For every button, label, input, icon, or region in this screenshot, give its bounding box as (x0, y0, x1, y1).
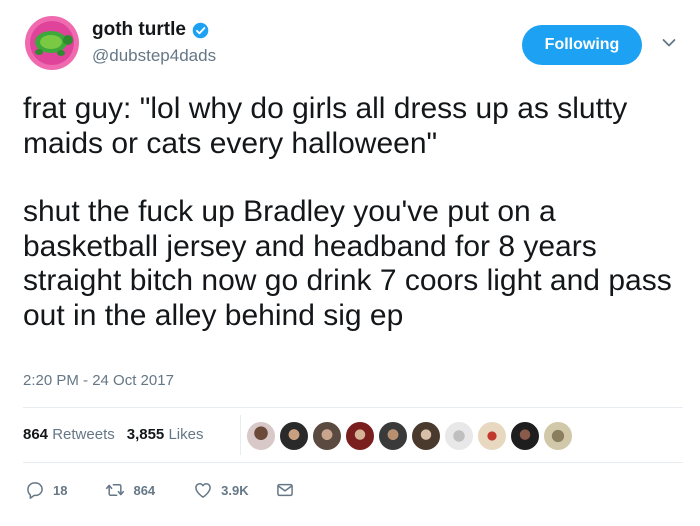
divider (23, 407, 683, 408)
divider (23, 462, 683, 463)
retweets-label: Retweets (52, 426, 115, 443)
retweet-button[interactable]: 864 (105, 480, 155, 500)
profile-avatar[interactable] (25, 16, 79, 70)
likes-count: 3,855 (126, 426, 165, 443)
heart-icon (195, 483, 212, 498)
liker-avatar[interactable] (510, 421, 540, 451)
likers-avatars (246, 421, 576, 451)
retweet-count: 864 (133, 482, 156, 498)
verified-badge-icon (192, 22, 209, 38)
following-button[interactable]: Following (522, 25, 642, 65)
user-handle[interactable]: @dubstep4dads (92, 46, 216, 66)
like-button[interactable]: 3.9K (193, 480, 249, 500)
retweets-stat[interactable]: 864 Retweets (23, 426, 115, 443)
tweet-text: frat guy: "lol why do girls all dress up… (23, 92, 683, 333)
tweet-paragraph: shut the fuck up Bradley you've put on a… (23, 195, 672, 332)
tweet-paragraph: frat guy: "lol why do girls all dress up… (23, 92, 628, 160)
retweets-count: 864 (23, 426, 49, 443)
likes-stat[interactable]: 3,855 Likes (127, 426, 204, 443)
direct-message-button[interactable] (275, 480, 295, 500)
likes-label: Likes (168, 426, 204, 443)
liker-avatar[interactable] (279, 421, 309, 451)
user-display-name[interactable]: goth turtle (92, 19, 186, 41)
liker-avatar[interactable] (543, 421, 573, 451)
chevron-down-icon[interactable] (662, 38, 676, 48)
liker-avatar[interactable] (411, 421, 441, 451)
liker-avatar[interactable] (246, 421, 276, 451)
liker-avatar[interactable] (345, 421, 375, 451)
reply-button[interactable]: 18 (25, 480, 67, 500)
like-count: 3.9K (221, 482, 249, 498)
stats-separator (240, 415, 241, 455)
envelope-icon (276, 483, 293, 497)
liker-avatar[interactable] (444, 421, 474, 451)
liker-avatar[interactable] (477, 421, 507, 451)
retweet-icon (106, 484, 125, 496)
reply-icon (27, 482, 43, 499)
reply-count: 18 (53, 482, 68, 498)
liker-avatar[interactable] (312, 421, 342, 451)
user-name-row[interactable]: goth turtle (92, 19, 209, 41)
tweet-actions: 18 864 3.9K (25, 480, 321, 500)
liker-avatar[interactable] (378, 421, 408, 451)
tweet-stats: 864 Retweets 3,855 Likes (23, 426, 203, 443)
tweet-timestamp[interactable]: 2:20 PM - 24 Oct 2017 (23, 372, 174, 389)
